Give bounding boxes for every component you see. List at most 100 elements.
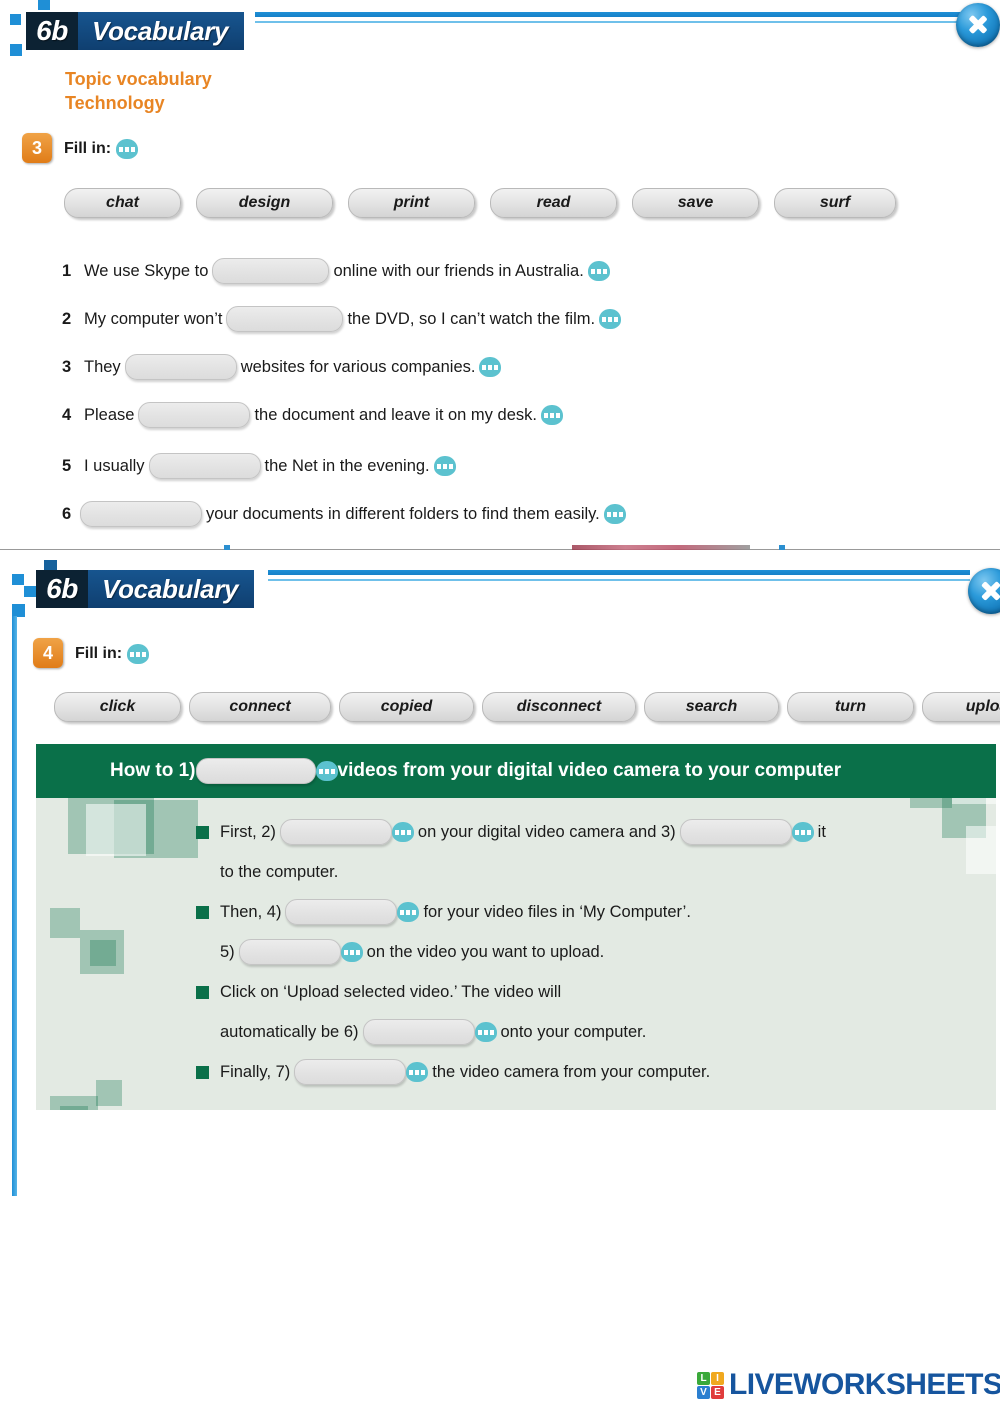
page-divider-smudge [572,545,750,550]
wordbank-exercise-4: click connect copied disconnect search turn up… [54,692,1000,722]
static-text: your documents in different folders to f… [206,504,600,523]
hint-icon[interactable] [406,1062,429,1082]
static-text: online with our friends in Australia. [333,261,584,280]
hint-icon[interactable] [391,822,414,842]
step-bullet-icon [196,905,209,919]
panel-step-line: to the computer. [216,852,996,892]
question-row: 6 your documents in different folders to … [62,501,626,527]
question-number: 4 [62,405,72,424]
topic-heading-line1: Topic vocabulary [65,69,212,89]
section1-header: 6b Vocabulary [0,0,1000,58]
close-x-glyph [965,12,991,38]
hint-icon[interactable] [603,504,626,524]
header-deco-square [12,574,24,585]
wordbank-pill[interactable]: disconnect [482,692,636,722]
hint-icon[interactable] [116,139,139,159]
answer-blank-input[interactable] [294,1059,407,1085]
question-row: 2 My computer won’t the DVD, so I can’t wa… [62,306,622,332]
hint-icon[interactable] [599,309,622,329]
wordbank-pill[interactable]: connect [189,692,331,722]
unit-title-block: 6b Vocabulary [26,12,245,50]
worksheet-section-1: 6b Vocabulary Topic vocabulary Technolog… [0,0,1000,527]
section-title: Vocabulary [78,12,245,50]
exercise-instruction: Fill in: [64,139,139,159]
wordbank-pill[interactable]: print [348,188,475,218]
hint-icon[interactable] [315,761,338,781]
wordbank-pill[interactable]: chat [64,188,181,218]
hint-icon[interactable] [340,942,363,962]
exercise-instruction-text: Fill in: [64,140,112,157]
static-text: How to 1) [110,760,196,781]
static-text: Then, 4) [220,902,282,921]
wordbank-pill[interactable]: turn [787,692,914,722]
header-deco-square [10,14,21,25]
static-text: websites for various companies. [240,357,476,376]
answer-blank-input[interactable] [238,939,341,965]
wordbank-pill[interactable]: copied [339,692,474,722]
static-text: We use Skype to [84,261,209,280]
answer-blank-input[interactable] [138,402,251,428]
panel-step-line: Finally, 7) the video camera from your co… [196,1052,996,1092]
hint-icon[interactable] [474,1022,497,1042]
question-number: 3 [62,357,72,376]
step-bullet-icon [196,1065,209,1079]
question-row: 3 They websites for various companies. [62,354,502,380]
question-row: 5 I usually the Net in the evening. [62,453,456,479]
static-text: My computer won’t [84,309,223,328]
hint-icon[interactable] [127,644,150,664]
wordbank-pill[interactable]: click [54,692,181,722]
wordbank-pill[interactable]: upload [922,692,1000,722]
answer-blank-input[interactable] [285,899,398,925]
live-tile: E [711,1385,724,1399]
header-accent-line [268,570,970,575]
step-bullet-icon [196,985,209,999]
question-number: 2 [62,309,72,328]
panel-step-line: 5) on the video you want to upload. [216,932,996,972]
hint-icon[interactable] [479,357,502,377]
close-icon[interactable] [956,3,1000,47]
wordbank-pill[interactable]: read [490,188,617,218]
wordbank-pill[interactable]: surf [774,188,896,218]
wordbank-pill[interactable]: design [196,188,333,218]
panel-steps: First, 2) on your digital video camera an… [36,798,996,1110]
exercise-number-badge: 3 [22,133,52,163]
static-text: Click on ‘Upload selected video.’ The vi… [220,982,562,1001]
hint-icon[interactable] [540,405,563,425]
static-text: it [817,822,826,841]
hint-icon[interactable] [587,261,610,281]
answer-blank-input[interactable] [124,354,237,380]
liveworksheets-logo: LIVE LIVEWORKSHEETS [697,1368,1000,1402]
wordbank-pill[interactable]: save [632,188,759,218]
panel-step-line: Click on ‘Upload selected video.’ The vi… [196,972,996,1012]
panel-heading: How to 1) videos from your digital video … [36,744,996,798]
answer-blank-input[interactable] [279,819,392,845]
unit-title-block: 6b Vocabulary [36,570,255,608]
header-deco-square [10,44,22,56]
answer-blank-input[interactable] [226,306,344,332]
answer-blank-input[interactable] [212,258,330,284]
topic-heading: Topic vocabulary Technology [65,67,212,116]
answer-blank-input[interactable] [362,1019,475,1045]
answer-blank-input[interactable] [80,501,202,527]
logo-wordmark: LIVEWORKSHEETS [729,1368,1000,1401]
page-divider-dot [779,545,785,550]
page-divider [0,549,1000,550]
question-row: 4 Please the document and leave it on my d… [62,402,563,428]
live-tile: V [697,1385,710,1399]
question-number: 5 [62,456,72,475]
header-accent-line-light [268,579,970,581]
answer-blank-input[interactable] [195,758,316,784]
answer-blank-input[interactable] [148,453,261,479]
hint-icon[interactable] [397,902,420,922]
hint-icon[interactable] [791,822,814,842]
answer-blank-input[interactable] [679,819,792,845]
exercise-instruction-text: Fill in: [75,645,123,662]
static-text: on the video you want to upload. [366,942,605,961]
wordbank-pill[interactable]: search [644,692,779,722]
hint-icon[interactable] [433,456,456,476]
worksheet-section-2: 6b Vocabulary 4 Fill in: click connect cop… [0,558,1000,1196]
static-text: the document and leave it on my desk. [254,405,537,424]
static-text: the Net in the evening. [264,456,430,475]
header-accent-line-light [255,21,970,23]
panel-step-line: automatically be 6) onto your computer. [216,1012,996,1052]
